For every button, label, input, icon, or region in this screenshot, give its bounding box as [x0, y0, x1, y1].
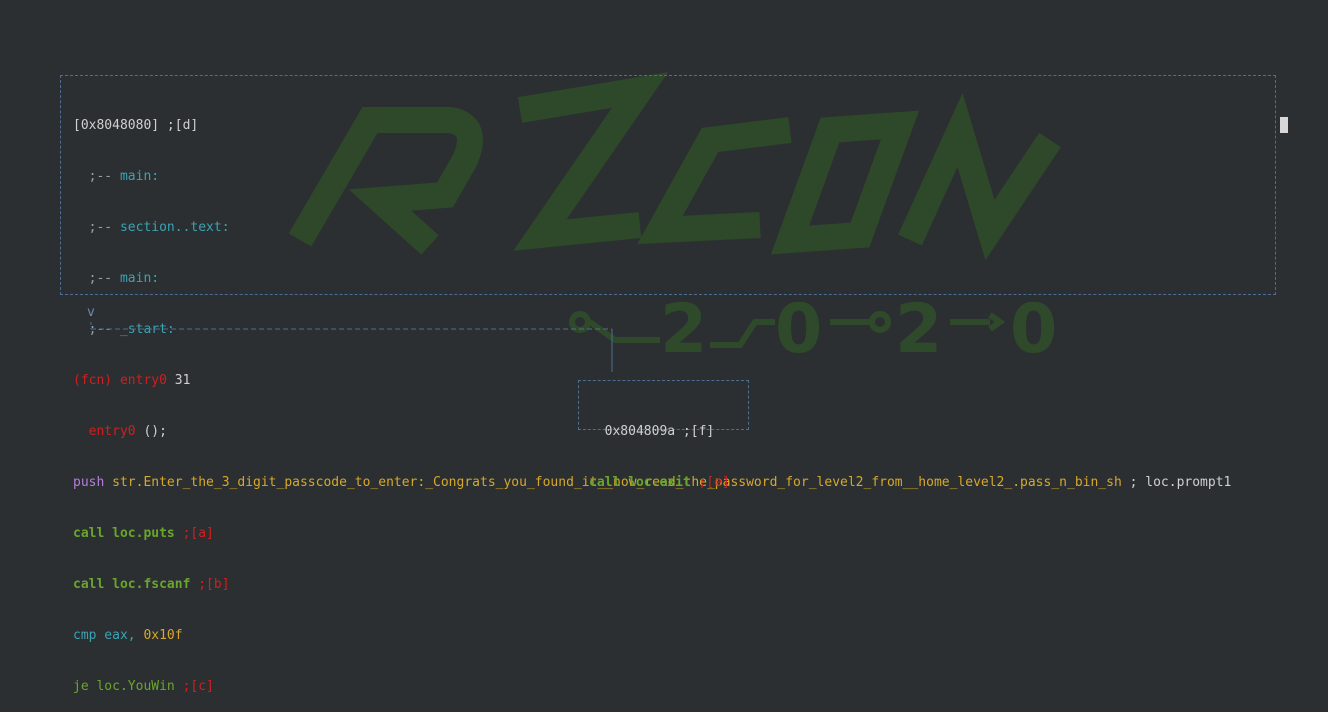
cmp-mnemonic: cmp eax,	[73, 628, 136, 643]
je-text[interactable]: je loc.YouWin	[73, 679, 175, 694]
call-exit-ref[interactable]: ;[e]	[699, 475, 730, 490]
call-fscanf-instruction[interactable]: call loc.fscanf ;[b]	[73, 576, 1275, 593]
cmp-instruction[interactable]: cmp eax, 0x10f	[73, 627, 1275, 644]
je-ref[interactable]: ;[c]	[183, 679, 214, 694]
je-instruction[interactable]: je loc.YouWin ;[c]	[73, 678, 1275, 695]
cmp-operand: 0x10f	[143, 628, 183, 643]
call-fscanf-text[interactable]: call loc.fscanf	[73, 577, 190, 592]
call-exit-instruction[interactable]: call loc.exit ;[e]	[589, 474, 748, 491]
call-exit-text[interactable]: call loc.exit	[589, 475, 691, 490]
exit-address-line: 0x804809a ;[f]	[589, 423, 748, 440]
call-fscanf-ref[interactable]: ;[b]	[198, 577, 229, 592]
call-puts-ref[interactable]: ;[a]	[183, 526, 214, 541]
exit-code-block[interactable]: 0x804809a ;[f] call loc.exit ;[e]	[578, 380, 749, 490]
call-puts-text[interactable]: call loc.puts	[73, 526, 175, 541]
exit-block-address: 0x804809a ;[f]	[604, 424, 715, 439]
call-puts-instruction[interactable]: call loc.puts ;[a]	[73, 525, 1275, 542]
